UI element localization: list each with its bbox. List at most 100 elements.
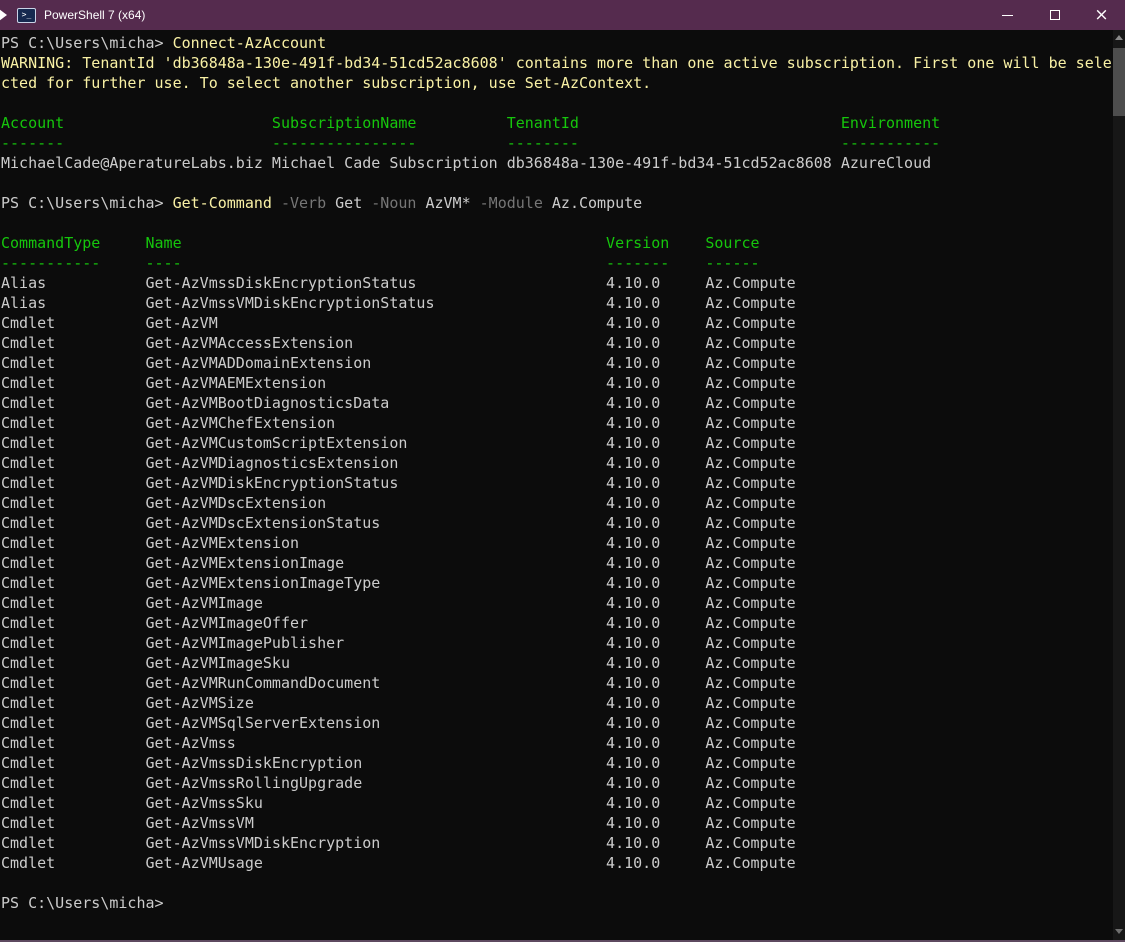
cell-source: Az.Compute bbox=[705, 793, 795, 813]
cell-name: Get-AzVMExtensionImageType bbox=[145, 573, 606, 593]
cell-source: Az.Compute bbox=[705, 573, 795, 593]
maximize-button[interactable] bbox=[1031, 0, 1078, 30]
cell-source: Az.Compute bbox=[705, 293, 795, 313]
cell-source: Az.Compute bbox=[705, 353, 795, 373]
cell-command-type: Cmdlet bbox=[1, 673, 145, 693]
cell-name: Get-AzVMImageOffer bbox=[145, 613, 606, 633]
table-row: CmdletGet-AzVMImagePublisher4.10.0Az.Com… bbox=[1, 633, 1113, 653]
prompt: PS C:\Users\micha> bbox=[1, 194, 173, 212]
cell-name: Get-AzVMADDomainExtension bbox=[145, 353, 606, 373]
close-button[interactable]: × bbox=[1078, 0, 1125, 30]
prompt: PS C:\Users\micha> bbox=[1, 894, 164, 912]
command-line-1: PS C:\Users\micha> Connect-AzAccount bbox=[1, 33, 1113, 53]
cell-command-type: Cmdlet bbox=[1, 313, 145, 333]
cell-name: Get-AzVMDiskEncryptionStatus bbox=[145, 473, 606, 493]
cell-command-type: Cmdlet bbox=[1, 853, 145, 873]
cell-subscription-name: Michael Cade Subscription bbox=[272, 153, 507, 173]
table-row: CmdletGet-AzVMDiskEncryptionStatus4.10.0… bbox=[1, 473, 1113, 493]
header-command-type: CommandType bbox=[1, 233, 145, 253]
cell-source: Az.Compute bbox=[705, 773, 795, 793]
underline-account: ------- bbox=[1, 133, 272, 153]
cell-version: 4.10.0 bbox=[606, 273, 705, 293]
cell-source: Az.Compute bbox=[705, 433, 795, 453]
cell-command-type: Alias bbox=[1, 293, 145, 313]
cell-source: Az.Compute bbox=[705, 453, 795, 473]
table-row: CmdletGet-AzVMUsage4.10.0Az.Compute bbox=[1, 853, 1113, 873]
command-table-body: AliasGet-AzVmssDiskEncryptionStatus4.10.… bbox=[1, 273, 1113, 873]
command-text: Connect-AzAccount bbox=[173, 34, 327, 52]
cell-source: Az.Compute bbox=[705, 313, 795, 333]
blank-line bbox=[1, 213, 1113, 233]
cell-command-type: Cmdlet bbox=[1, 773, 145, 793]
table-row: CmdletGet-AzVMExtensionImage4.10.0Az.Com… bbox=[1, 553, 1113, 573]
table-row: CmdletGet-AzVmssVM4.10.0Az.Compute bbox=[1, 813, 1113, 833]
cell-name: Get-AzVMSqlServerExtension bbox=[145, 713, 606, 733]
cell-command-type: Cmdlet bbox=[1, 813, 145, 833]
scroll-down-icon[interactable] bbox=[1115, 929, 1123, 934]
cell-command-type: Cmdlet bbox=[1, 413, 145, 433]
titlebar[interactable]: >_ PowerShell 7 (x64) × bbox=[0, 0, 1125, 30]
cell-command-type: Cmdlet bbox=[1, 333, 145, 353]
table-row: CmdletGet-AzVMImageSku4.10.0Az.Compute bbox=[1, 653, 1113, 673]
cell-command-type: Alias bbox=[1, 273, 145, 293]
table-row: AliasGet-AzVmssDiskEncryptionStatus4.10.… bbox=[1, 273, 1113, 293]
cell-version: 4.10.0 bbox=[606, 793, 705, 813]
cell-name: Get-AzVMDscExtension bbox=[145, 493, 606, 513]
table-row: CmdletGet-AzVMDiagnosticsExtension4.10.0… bbox=[1, 453, 1113, 473]
close-icon: × bbox=[1094, 7, 1108, 24]
cell-name: Get-AzVMDiagnosticsExtension bbox=[145, 453, 606, 473]
maximize-icon bbox=[1050, 10, 1060, 20]
account-table-row: MichaelCade@AperatureLabs.bizMichael Cad… bbox=[1, 153, 1113, 173]
table-row: CmdletGet-AzVMExtensionImageType4.10.0Az… bbox=[1, 573, 1113, 593]
cell-source: Az.Compute bbox=[705, 733, 795, 753]
vertical-scrollbar[interactable] bbox=[1113, 30, 1125, 940]
cell-version: 4.10.0 bbox=[606, 453, 705, 473]
cell-version: 4.10.0 bbox=[606, 533, 705, 553]
table-row: CmdletGet-AzVmssSku4.10.0Az.Compute bbox=[1, 793, 1113, 813]
cell-name: Get-AzVMSize bbox=[145, 693, 606, 713]
powershell-icon: >_ bbox=[17, 8, 36, 23]
account-table-header: AccountSubscriptionNameTenantIdEnvironme… bbox=[1, 113, 1113, 133]
cell-tenant-id: db36848a-130e-491f-bd34-51cd52ac8608 bbox=[507, 153, 841, 173]
cell-command-type: Cmdlet bbox=[1, 433, 145, 453]
command-table-header: CommandTypeNameVersionSource bbox=[1, 233, 1113, 253]
cell-version: 4.10.0 bbox=[606, 673, 705, 693]
input-line[interactable]: PS C:\Users\micha> bbox=[1, 893, 1113, 913]
cell-command-type: Cmdlet bbox=[1, 713, 145, 733]
parameter-noun: -Noun bbox=[371, 194, 425, 212]
cell-version: 4.10.0 bbox=[606, 693, 705, 713]
underline-tenant-id: -------- bbox=[507, 133, 841, 153]
cell-command-type: Cmdlet bbox=[1, 833, 145, 853]
table-row: CmdletGet-AzVmssDiskEncryption4.10.0Az.C… bbox=[1, 753, 1113, 773]
table-row: AliasGet-AzVmssVMDiskEncryptionStatus4.1… bbox=[1, 293, 1113, 313]
cell-command-type: Cmdlet bbox=[1, 493, 145, 513]
cell-source: Az.Compute bbox=[705, 613, 795, 633]
cell-command-type: Cmdlet bbox=[1, 733, 145, 753]
cell-version: 4.10.0 bbox=[606, 333, 705, 353]
cell-version: 4.10.0 bbox=[606, 553, 705, 573]
cell-version: 4.10.0 bbox=[606, 513, 705, 533]
scroll-up-icon[interactable] bbox=[1115, 35, 1123, 40]
cell-source: Az.Compute bbox=[705, 853, 795, 873]
cell-version: 4.10.0 bbox=[606, 773, 705, 793]
cell-command-type: Cmdlet bbox=[1, 793, 145, 813]
cell-name: Get-AzVmss bbox=[145, 733, 606, 753]
cell-name: Get-AzVMAccessExtension bbox=[145, 333, 606, 353]
scrollbar-thumb[interactable] bbox=[1113, 48, 1125, 116]
terminal-output: PS C:\Users\micha> Connect-AzAccount WAR… bbox=[0, 30, 1113, 940]
parameter-verb: -Verb bbox=[281, 194, 335, 212]
cell-command-type: Cmdlet bbox=[1, 593, 145, 613]
header-account: Account bbox=[1, 113, 272, 133]
minimize-button[interactable] bbox=[984, 0, 1031, 30]
table-row: CmdletGet-AzVMRunCommandDocument4.10.0Az… bbox=[1, 673, 1113, 693]
argument-module: Az.Compute bbox=[552, 194, 642, 212]
cell-version: 4.10.0 bbox=[606, 473, 705, 493]
cell-version: 4.10.0 bbox=[606, 593, 705, 613]
blank-line bbox=[1, 873, 1113, 893]
cell-version: 4.10.0 bbox=[606, 573, 705, 593]
cell-name: Get-AzVMImagePublisher bbox=[145, 633, 606, 653]
cell-version: 4.10.0 bbox=[606, 653, 705, 673]
cell-source: Az.Compute bbox=[705, 593, 795, 613]
table-row: CmdletGet-AzVmss4.10.0Az.Compute bbox=[1, 733, 1113, 753]
cell-version: 4.10.0 bbox=[606, 493, 705, 513]
